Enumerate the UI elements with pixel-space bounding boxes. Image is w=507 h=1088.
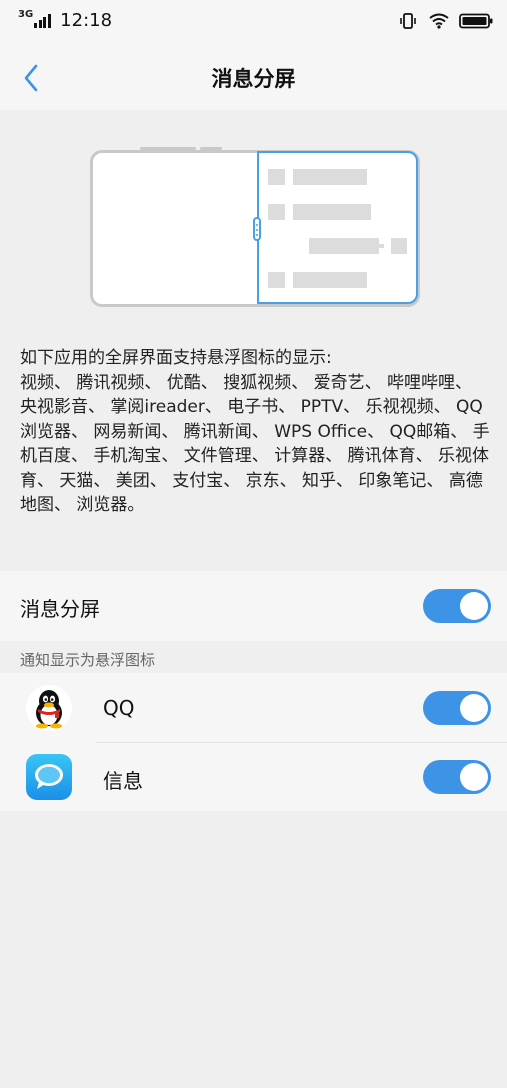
qq-penguin-icon xyxy=(26,685,72,731)
preview-bubble xyxy=(293,169,367,185)
preview-drag-handle xyxy=(253,217,261,241)
list-item-qq[interactable]: QQ xyxy=(0,673,507,743)
status-left: 3G 12:18 xyxy=(18,9,113,31)
messages-toggle[interactable] xyxy=(423,760,491,794)
split-screen-toggle[interactable] xyxy=(423,589,491,623)
preview-bubble xyxy=(309,238,379,254)
app-name-messages: 信息 xyxy=(103,769,143,793)
preview-avatar xyxy=(268,204,285,220)
description-intro: 如下应用的全屏界面支持悬浮图标的显示: xyxy=(20,348,332,368)
split-screen-setting-row[interactable]: 消息分屏 xyxy=(0,571,507,641)
supported-apps-description: 如下应用的全屏界面支持悬浮图标的显示: 视频、 腾讯视频、 优酷、 搜狐视频、 … xyxy=(20,346,492,518)
page-title: 消息分屏 xyxy=(211,67,296,91)
list-item-messages[interactable]: 信息 xyxy=(0,742,507,811)
toggle-knob xyxy=(460,694,488,722)
wifi-icon xyxy=(429,13,449,29)
preview-bubble xyxy=(293,204,371,220)
nav-bar: 消息分屏 xyxy=(0,44,507,110)
signal-icon xyxy=(34,13,52,28)
preview-avatar xyxy=(268,272,285,288)
vibrate-icon xyxy=(399,12,417,30)
status-right xyxy=(399,12,493,30)
toggle-knob xyxy=(460,763,488,791)
qq-toggle[interactable] xyxy=(423,691,491,725)
preview-avatar xyxy=(391,238,407,254)
status-bar: 3G 12:18 xyxy=(0,0,507,44)
messages-bubble-icon xyxy=(26,754,72,800)
preview-notch-2 xyxy=(200,147,222,150)
preview-notch xyxy=(140,147,196,150)
preview-bubble-tail xyxy=(378,244,384,248)
section-label: 通知显示为悬浮图标 xyxy=(20,651,156,669)
description-app-list: 视频、 腾讯视频、 优酷、 搜狐视频、 爱奇艺、 哔哩哔哩、 央视影音、 掌阅i… xyxy=(20,372,490,516)
preview-bubble xyxy=(293,272,367,288)
battery-icon xyxy=(459,13,493,29)
section-header: 通知显示为悬浮图标 xyxy=(0,641,507,673)
app-name-qq: QQ xyxy=(103,696,135,720)
app-list: QQ 信息 xyxy=(0,673,507,811)
network-type: 3G xyxy=(18,9,34,20)
split-screen-label: 消息分屏 xyxy=(20,597,100,621)
toggle-knob xyxy=(460,592,488,620)
status-time: 12:18 xyxy=(60,10,113,31)
preview-avatar xyxy=(268,169,285,185)
